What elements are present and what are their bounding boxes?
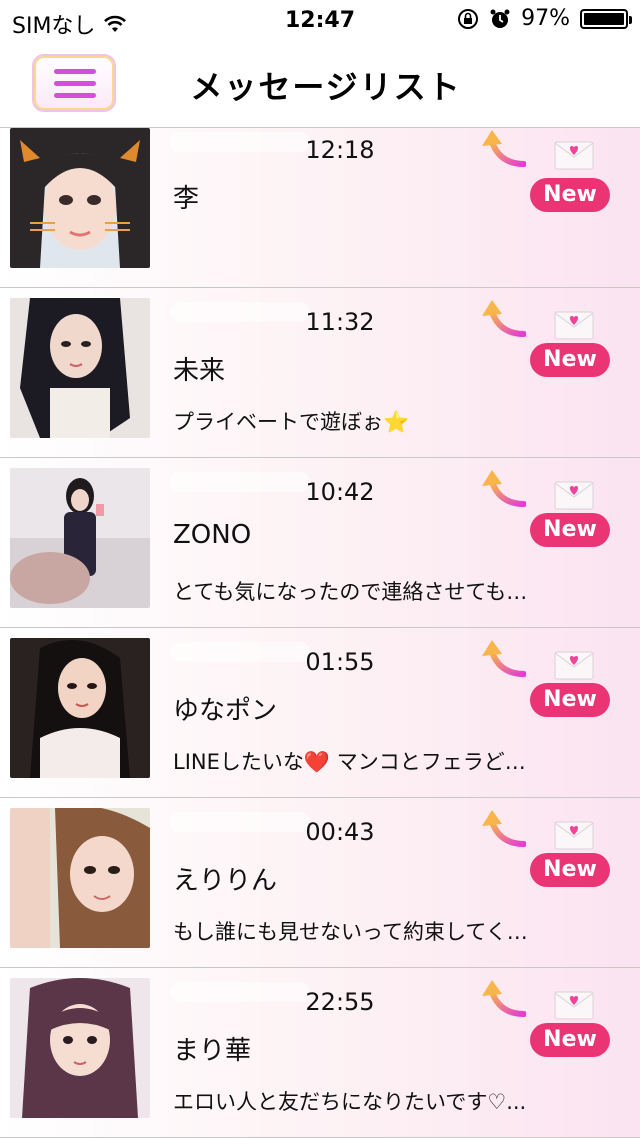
sender-name: ゆなポン: [173, 696, 278, 726]
new-badge: New: [530, 683, 610, 717]
status-right: 97%: [457, 6, 632, 31]
reply-arrow-icon: [482, 980, 526, 1017]
new-badge: New: [530, 343, 610, 377]
reply-arrow-icon: [482, 130, 526, 167]
message-preview: とても気になったので連絡させても…: [173, 580, 528, 604]
message-list[interactable]: 12:18 李 New 11:32 未来 プライベートで遊ぼぉ⭐ New 10:…: [0, 128, 640, 1138]
orientation-lock-icon: [458, 8, 479, 29]
envelope-heart-icon: [554, 991, 594, 1020]
avatar[interactable]: [10, 128, 150, 268]
message-preview: LINEしたいな❤️ マンコとフェラど…: [173, 750, 526, 774]
message-preview: プライベートで遊ぼぉ⭐: [173, 410, 410, 434]
envelope-heart-icon: [554, 821, 594, 850]
new-badge: New: [530, 853, 610, 887]
status-bar: SIMなし 12:47 97%: [0, 0, 640, 40]
reply-arrow-icon: [482, 640, 526, 677]
envelope-heart-icon: [554, 141, 594, 170]
envelope-heart-icon: [554, 311, 594, 340]
sender-name: まり華: [173, 1036, 252, 1066]
avatar[interactable]: [10, 638, 150, 778]
message-row[interactable]: 12:18 李 New: [0, 128, 640, 288]
sender-name: ZONO: [173, 520, 252, 550]
new-badge: New: [530, 513, 610, 547]
reply-arrow-icon: [482, 300, 526, 337]
message-time: 01:55: [305, 648, 375, 676]
message-row[interactable]: 01:55 ゆなポン LINEしたいな❤️ マンコとフェラど… New: [0, 628, 640, 798]
avatar[interactable]: [10, 978, 150, 1118]
avatar[interactable]: [10, 808, 150, 948]
message-preview: エロい人と友だちになりたいです♡...: [173, 1090, 527, 1114]
message-row[interactable]: 10:42 ZONO とても気になったので連絡させても… New: [0, 458, 640, 628]
new-badge: New: [530, 1023, 610, 1057]
navigation-bar: メッセージリスト: [0, 40, 640, 128]
message-row[interactable]: 22:55 まり華 エロい人と友だちになりたいです♡... New: [0, 968, 640, 1138]
reply-arrow-icon: [482, 470, 526, 507]
alarm-icon: [490, 9, 510, 28]
battery-percent: 97%: [521, 6, 570, 31]
message-preview: もし誰にも見せないって約束してく…: [173, 920, 528, 944]
new-badge: New: [530, 178, 610, 212]
message-time: 11:32: [305, 308, 375, 336]
message-time: 10:42: [305, 478, 375, 506]
battery-icon: [580, 8, 632, 29]
sender-name: 李: [173, 184, 200, 214]
avatar[interactable]: [10, 298, 150, 438]
message-time: 00:43: [305, 818, 375, 846]
avatar[interactable]: [10, 468, 150, 608]
message-time: 22:55: [305, 988, 375, 1016]
message-time: 12:18: [305, 136, 375, 164]
sender-name: えりりん: [173, 866, 278, 896]
envelope-heart-icon: [554, 481, 594, 510]
envelope-heart-icon: [554, 651, 594, 680]
message-row[interactable]: 11:32 未来 プライベートで遊ぼぉ⭐ New: [0, 288, 640, 458]
page-title: メッセージリスト: [190, 68, 462, 106]
message-row[interactable]: 00:43 えりりん もし誰にも見せないって約束してく… New: [0, 798, 640, 968]
sender-name: 未来: [173, 356, 226, 386]
reply-arrow-icon: [482, 810, 526, 847]
